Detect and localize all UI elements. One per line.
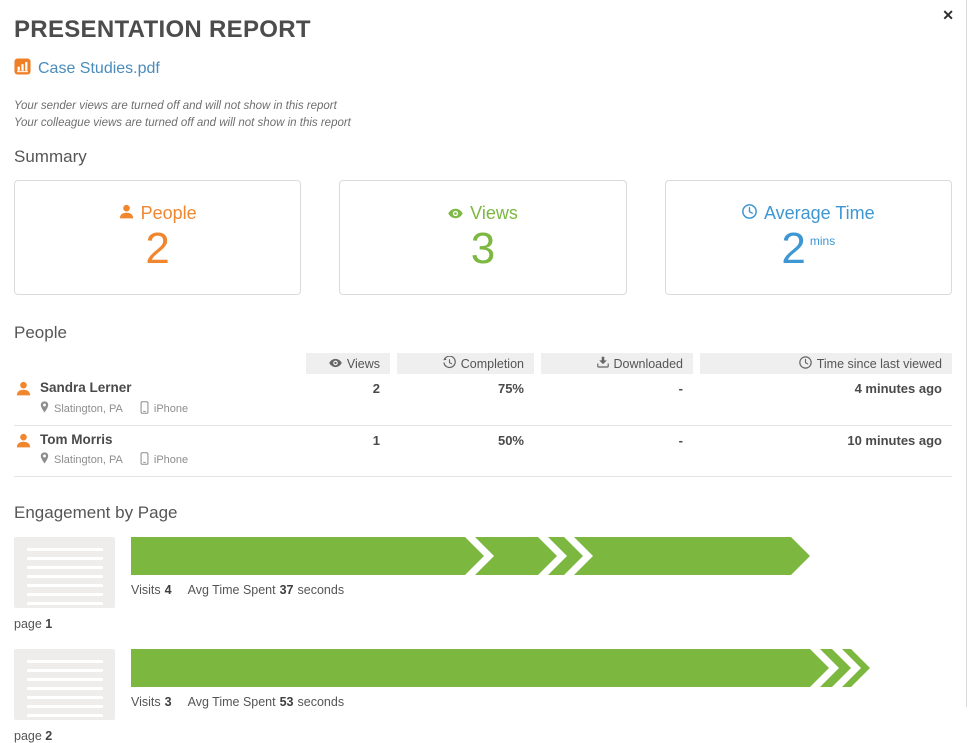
- people-heading: People: [14, 323, 960, 343]
- summary-cards: People 2 Views 3: [14, 180, 952, 295]
- person-icon: [119, 203, 134, 224]
- person-icon: [16, 381, 31, 416]
- average-time-card: Average Time 2mins: [665, 180, 952, 295]
- cell-completion: 75%: [397, 380, 534, 416]
- page-thumbnail[interactable]: [14, 537, 115, 608]
- eye-icon: [448, 203, 463, 224]
- notice-sender-views: Your sender views are turned off and wil…: [14, 98, 960, 115]
- views-card-label: Views: [470, 203, 518, 224]
- clock-icon: [799, 356, 812, 372]
- cell-downloaded: -: [541, 380, 693, 416]
- page-thumbnail[interactable]: [14, 649, 115, 720]
- people-card: People 2: [14, 180, 301, 295]
- phone-icon: [140, 452, 149, 468]
- engagement-stats: Visits4Avg Time Spent37seconds: [131, 583, 810, 597]
- cell-completion: 50%: [397, 432, 534, 468]
- engagement-bar-chart: [131, 537, 810, 575]
- column-header-views[interactable]: Views: [306, 353, 390, 374]
- page-label: page 2: [14, 729, 115, 743]
- engagement-page-row: page 2 Visits3Avg Time Spent53seconds: [14, 649, 960, 743]
- person-location: Slatington, PA: [54, 454, 123, 466]
- cell-views: 1: [306, 432, 390, 468]
- column-header-time-since-last-viewed[interactable]: Time since last viewed: [700, 353, 952, 374]
- cell-last-viewed: 4 minutes ago: [700, 380, 952, 416]
- phone-icon: [140, 401, 149, 417]
- presentation-report-modal: ✕ PRESENTATION REPORT Case Studies.pdf Y…: [0, 0, 967, 707]
- table-row[interactable]: Sandra Lerner Slatington, PA: [14, 374, 952, 425]
- people-table: Views Completion: [14, 353, 952, 476]
- report-notices: Your sender views are turned off and wil…: [14, 98, 960, 131]
- person-device: iPhone: [154, 454, 188, 466]
- views-card: Views 3: [339, 180, 626, 295]
- average-time-card-label: Average Time: [764, 203, 875, 224]
- average-time-unit: mins: [810, 234, 835, 248]
- people-card-label: People: [141, 203, 197, 224]
- page-title: PRESENTATION REPORT: [14, 16, 960, 44]
- engagement-page-row: page 1 Visits4Avg Time Spent37seconds: [14, 537, 960, 631]
- document-chart-icon: [14, 58, 31, 80]
- table-row[interactable]: Tom Morris Slatington, PA: [14, 426, 952, 477]
- close-icon[interactable]: ✕: [940, 5, 956, 25]
- engagement-heading: Engagement by Page: [14, 503, 960, 523]
- location-pin-icon: [40, 401, 49, 416]
- history-icon: [443, 356, 456, 372]
- person-location: Slatington, PA: [54, 403, 123, 415]
- summary-heading: Summary: [14, 147, 960, 167]
- people-card-value: 2: [145, 226, 169, 272]
- cell-last-viewed: 10 minutes ago: [700, 432, 952, 468]
- people-table-header: Views Completion: [14, 353, 952, 374]
- cell-views: 2: [306, 380, 390, 416]
- cell-downloaded: -: [541, 432, 693, 468]
- clock-icon: [742, 203, 757, 224]
- engagement-bar-chart: [131, 649, 870, 687]
- column-header-completion[interactable]: Completion: [397, 353, 534, 374]
- average-time-card-value: 2mins: [781, 226, 835, 272]
- column-header-downloaded[interactable]: Downloaded: [541, 353, 693, 374]
- page-label: page 1: [14, 617, 115, 631]
- person-device: iPhone: [154, 403, 188, 415]
- person-icon: [16, 433, 31, 468]
- download-icon: [597, 356, 609, 371]
- eye-icon: [329, 357, 342, 371]
- notice-colleague-views: Your colleague views are turned off and …: [14, 115, 960, 132]
- document-link[interactable]: Case Studies.pdf: [38, 60, 160, 78]
- document-row: Case Studies.pdf: [14, 58, 960, 80]
- location-pin-icon: [40, 452, 49, 467]
- person-name: Sandra Lerner: [40, 380, 188, 396]
- views-card-value: 3: [471, 226, 495, 272]
- person-name: Tom Morris: [40, 432, 188, 448]
